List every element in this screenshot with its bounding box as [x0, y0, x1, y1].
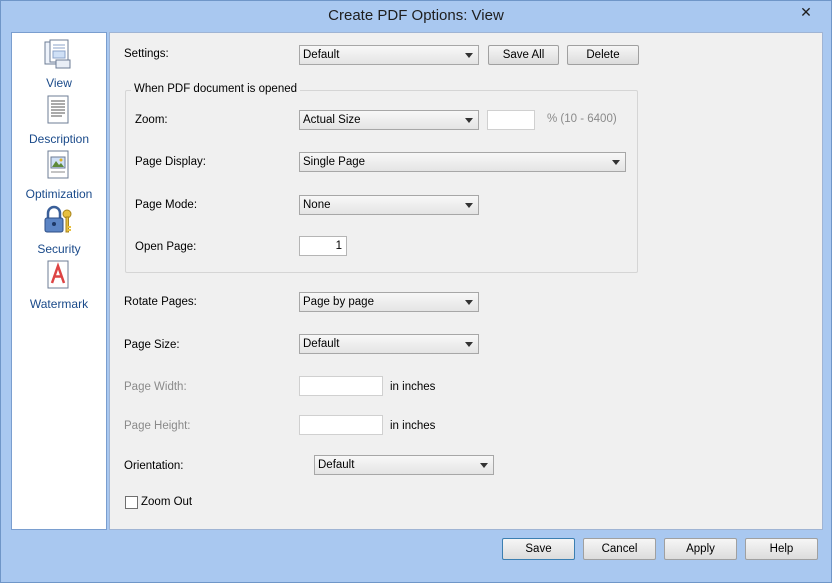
apply-button[interactable]: Apply [664, 538, 737, 560]
sidebar-item-label: Watermark [29, 297, 89, 311]
save-all-button[interactable]: Save All [488, 45, 559, 65]
orientation-label: Orientation: [124, 460, 184, 472]
sidebar-item-label: Security [37, 242, 81, 256]
settings-label: Settings: [124, 48, 169, 60]
view-page-icon [44, 39, 71, 69]
zoom-out-label: Zoom Out [141, 496, 193, 508]
zoom-percent-input[interactable] [487, 110, 535, 130]
delete-button[interactable]: Delete [567, 45, 639, 65]
page-height-label: Page Height: [124, 420, 191, 432]
page-height-input[interactable] [299, 415, 383, 435]
zoom-label: Zoom: [135, 114, 168, 126]
chevron-down-icon [465, 203, 473, 208]
open-page-label: Open Page: [135, 241, 197, 253]
optimization-image-icon [47, 150, 69, 179]
chevron-down-icon [612, 160, 620, 165]
group-title: When PDF document is opened [131, 83, 301, 95]
page-size-select[interactable]: Default [299, 334, 479, 354]
sidebar: View Description Optimization Security W… [11, 32, 107, 530]
watermark-letter-icon [47, 260, 69, 289]
cancel-button[interactable]: Cancel [583, 538, 656, 560]
chevron-down-icon [465, 118, 473, 123]
page-mode-select[interactable]: None [299, 195, 479, 215]
sidebar-item-description[interactable]: Description [12, 94, 106, 149]
chevron-down-icon [480, 463, 488, 468]
page-width-unit: in inches [390, 381, 436, 393]
sidebar-item-label: View [46, 76, 72, 90]
help-button[interactable]: Help [745, 538, 818, 560]
page-height-unit: in inches [390, 420, 436, 432]
sidebar-item-view[interactable]: View [12, 38, 106, 93]
sidebar-item-security[interactable]: Security [12, 204, 106, 259]
zoom-range-label: % (10 - 6400) [547, 113, 617, 125]
orientation-select[interactable]: Default [314, 455, 494, 475]
page-display-label: Page Display: [135, 156, 206, 168]
sidebar-item-watermark[interactable]: Watermark [12, 259, 106, 314]
rotate-pages-select[interactable]: Page by page [299, 292, 479, 312]
zoom-out-checkbox[interactable] [125, 496, 138, 509]
zoom-select[interactable]: Actual Size [299, 110, 479, 130]
open-page-input[interactable]: 1 [299, 236, 347, 256]
window-title: Create PDF Options: View [328, 7, 504, 24]
dialog-window: Create PDF Options: View ✕ View Descript… [0, 0, 832, 583]
security-lock-key-icon [44, 205, 72, 233]
sidebar-item-label: Optimization [25, 187, 93, 201]
save-button[interactable]: Save [502, 538, 575, 560]
page-mode-label: Page Mode: [135, 199, 198, 211]
title-bar: Create PDF Options: View ✕ [1, 1, 831, 31]
close-button[interactable]: ✕ [789, 2, 823, 22]
description-document-icon [47, 95, 69, 124]
sidebar-item-optimization[interactable]: Optimization [12, 149, 106, 204]
options-panel: Settings: Default Save All Delete When P… [109, 32, 823, 530]
sidebar-item-label: Description [28, 132, 90, 146]
chevron-down-icon [465, 342, 473, 347]
page-size-label: Page Size: [124, 339, 180, 351]
close-icon: ✕ [800, 3, 812, 20]
settings-select[interactable]: Default [299, 45, 479, 65]
page-width-input[interactable] [299, 376, 383, 396]
chevron-down-icon [465, 300, 473, 305]
page-display-select[interactable]: Single Page [299, 152, 626, 172]
rotate-pages-label: Rotate Pages: [124, 296, 197, 308]
page-width-label: Page Width: [124, 381, 187, 393]
chevron-down-icon [465, 53, 473, 58]
